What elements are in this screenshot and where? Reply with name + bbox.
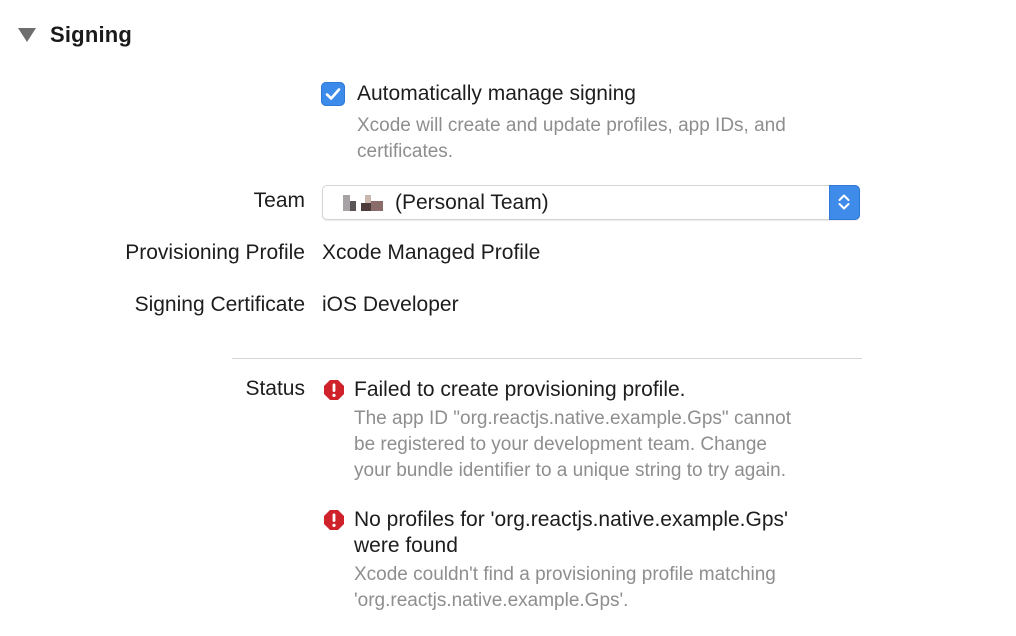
help-line: certificates. <box>357 141 454 162</box>
provisioning-profile-value: Xcode Managed Profile <box>322 241 541 264</box>
auto-manage-signing-label[interactable]: Automatically manage signing <box>357 82 636 106</box>
error-title-line: No profiles for 'org.reactjs.native.exam… <box>354 508 789 531</box>
auto-manage-signing-checkbox[interactable] <box>321 82 345 106</box>
team-popup-button[interactable]: (Personal Team) <box>322 185 860 220</box>
auto-manage-signing-help: Xcode will create and update profiles, a… <box>357 113 877 165</box>
signing-certificate-label: Signing Certificate <box>134 293 305 316</box>
error-title-line: Failed to create provisioning profile. <box>354 378 686 401</box>
error-detail-line: The app ID "org.reactjs.native.example.G… <box>354 408 791 429</box>
error-title-line: were found <box>354 534 458 557</box>
error-title: Failed to create provisioning profile. <box>354 377 686 403</box>
error-icon <box>324 510 344 530</box>
help-line: Xcode will create and update profiles, a… <box>357 115 786 136</box>
popup-stepper-icon <box>829 185 860 220</box>
error-detail: The app ID "org.reactjs.native.example.G… <box>354 406 894 484</box>
error-title: No profiles for 'org.reactjs.native.exam… <box>354 507 914 559</box>
divider <box>232 358 862 359</box>
error-detail-line: your bundle identifier to a unique strin… <box>354 460 786 481</box>
error-detail-line: Xcode couldn't find a provisioning profi… <box>354 564 776 585</box>
status-label: Status <box>245 377 305 400</box>
team-popup-value: (Personal Team) <box>395 191 549 214</box>
error-detail: Xcode couldn't find a provisioning profi… <box>354 562 894 614</box>
section-title: Signing <box>50 22 133 47</box>
provisioning-profile-label: Provisioning Profile <box>125 241 305 264</box>
error-detail-line: be registered to your development team. … <box>354 434 767 455</box>
error-icon <box>324 380 344 400</box>
team-label: Team <box>253 189 305 212</box>
error-detail-line: 'org.reactjs.native.example.Gps'. <box>354 590 629 611</box>
checkmark-icon <box>325 88 341 100</box>
team-avatar-icon <box>337 193 387 213</box>
disclosure-triangle-icon[interactable] <box>18 28 36 42</box>
signing-certificate-value: iOS Developer <box>322 293 459 316</box>
